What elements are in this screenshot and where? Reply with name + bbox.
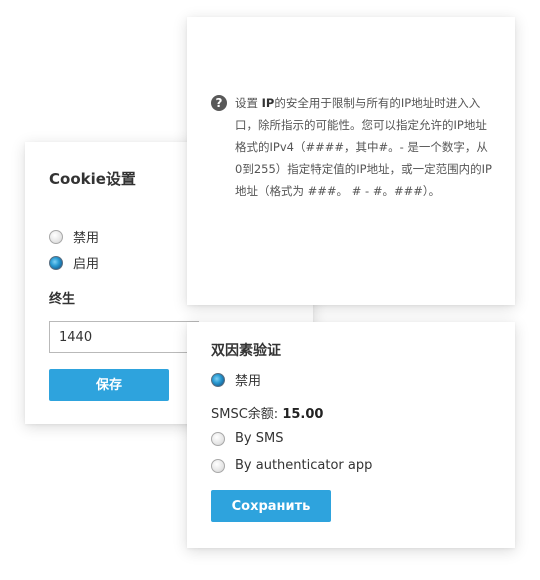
radio-button-checked[interactable] bbox=[49, 255, 63, 270]
cookie-disable-label: 禁用 bbox=[73, 231, 100, 246]
radio-button-checked[interactable] bbox=[211, 372, 225, 387]
lifetime-label: 终生 bbox=[49, 292, 76, 307]
ip-text-bold: IP bbox=[261, 96, 275, 110]
radio-button-unchecked[interactable] bbox=[211, 458, 225, 473]
ip-text-body: 的安全用于限制与所有的IP地址时进入入口，除所指示的可能性。您可以指定允许的IP… bbox=[235, 96, 492, 198]
ip-security-description: 设置 IP的安全用于限制与所有的IP地址时进入入口，除所指示的可能性。您可以指定… bbox=[235, 92, 495, 202]
question-circle-icon: ? bbox=[211, 95, 227, 111]
twofa-sms-option[interactable]: By SMS bbox=[211, 431, 283, 446]
cookie-enable-option[interactable]: 启用 bbox=[49, 253, 99, 272]
radio-button-unchecked[interactable] bbox=[211, 431, 225, 446]
cookie-save-button[interactable]: 保存 bbox=[49, 369, 169, 401]
twofa-disable-label: 禁用 bbox=[235, 374, 262, 389]
twofa-sms-label: By SMS bbox=[235, 431, 284, 446]
lifetime-input[interactable] bbox=[49, 321, 199, 353]
smsc-balance-label: SMSC余额: bbox=[211, 407, 283, 422]
ip-text-prefix: 设置 bbox=[235, 96, 262, 110]
smsc-balance-value: 15.00 bbox=[282, 407, 324, 422]
twofa-disable-option[interactable]: 禁用 bbox=[211, 370, 261, 389]
cookie-settings-title: Cookie设置 bbox=[49, 170, 136, 188]
ip-security-card: ? 设置 IP的安全用于限制与所有的IP地址时进入入口，除所指示的可能性。您可以… bbox=[187, 17, 515, 305]
two-factor-title: 双因素验证 bbox=[211, 343, 281, 359]
radio-button-unchecked[interactable] bbox=[49, 229, 63, 244]
twofa-app-option[interactable]: By authenticator app bbox=[211, 458, 372, 473]
smsc-balance: SMSC余额: 15.00 bbox=[211, 403, 323, 422]
cookie-enable-label: 启用 bbox=[73, 257, 100, 272]
cookie-disable-option[interactable]: 禁用 bbox=[49, 227, 99, 246]
two-factor-auth-card: 双因素验证 禁用 SMSC余额: 15.00 By SMS By authent… bbox=[187, 322, 515, 548]
twofa-app-label: By authenticator app bbox=[235, 458, 373, 473]
twofa-save-button[interactable]: Сохранить bbox=[211, 490, 331, 522]
